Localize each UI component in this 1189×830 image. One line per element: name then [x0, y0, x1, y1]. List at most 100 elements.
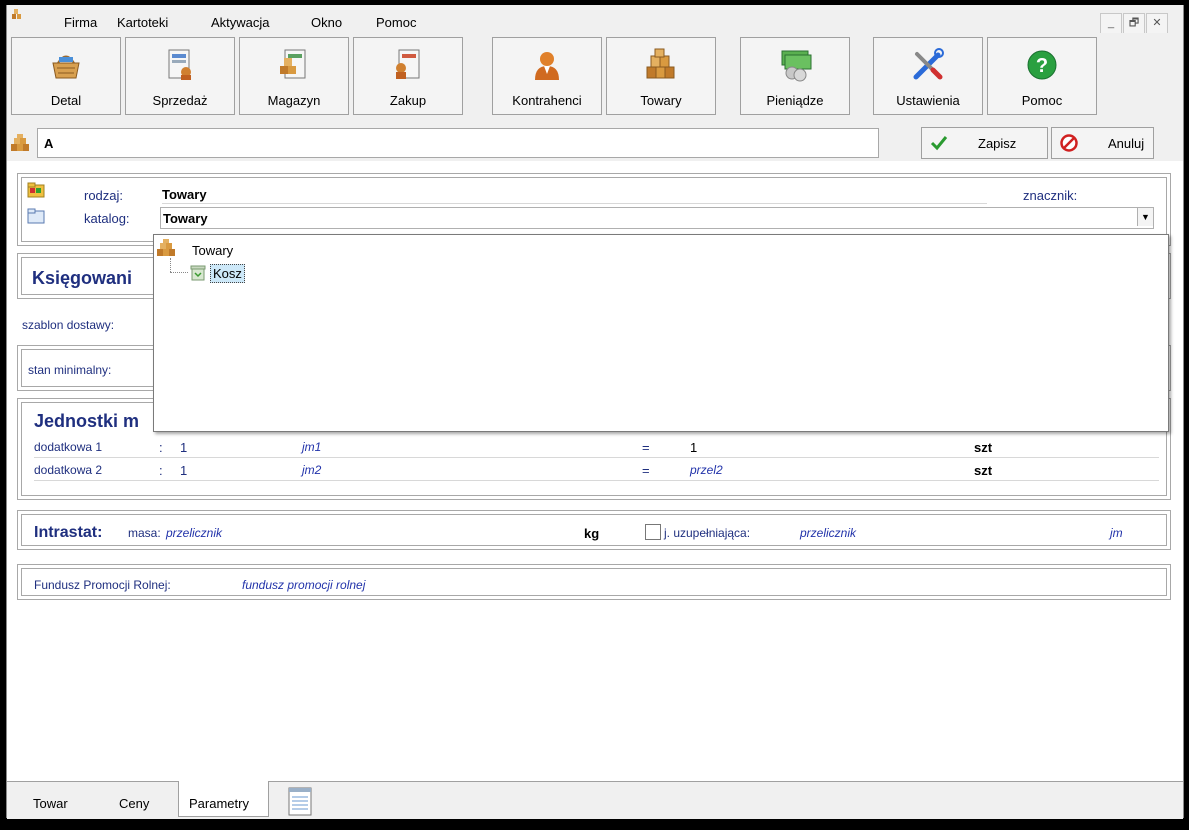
- toolbar-detal-button[interactable]: Detal: [11, 37, 121, 115]
- toolbar-sprzedaz-button[interactable]: Sprzedaż: [125, 37, 235, 115]
- toolbar-kontrahenci-button[interactable]: Kontrahenci: [492, 37, 602, 115]
- name-row: A Zapisz Anuluj: [7, 125, 1183, 161]
- znacznik-label: znacznik:: [1023, 188, 1078, 203]
- bottom-tab-bar: Towar Ceny Parametry: [7, 781, 1183, 819]
- boxes-icon: [11, 134, 29, 151]
- boxes-icon: [157, 239, 175, 256]
- tab-parametry[interactable]: Parametry: [178, 781, 269, 817]
- katalog-label: katalog:: [84, 211, 130, 226]
- unit-row-2-qty: 1: [180, 463, 188, 478]
- tools-icon: [913, 48, 944, 80]
- supplementary-unit-value[interactable]: przelicznik: [800, 526, 856, 540]
- unit-row-1-unit[interactable]: jm1: [302, 440, 321, 454]
- units-heading: Jednostki m: [34, 411, 140, 431]
- colored-folder-icon: [27, 182, 45, 198]
- toolbar-kontrahenci-label: Kontrahenci: [512, 93, 582, 108]
- toolbar-ustawienia-label: Ustawienia: [896, 93, 960, 108]
- cancel-label: Anuluj: [1108, 136, 1145, 151]
- unit-row-2-equals: =: [642, 463, 650, 478]
- unit-row-1-equals: =: [642, 440, 650, 455]
- folder-icon: [27, 208, 45, 224]
- toolbar-detal-label: Detal: [50, 93, 82, 108]
- help-icon: ?: [1027, 50, 1057, 80]
- menu-bar: Firma Kartoteki Aktywacja Okno Pomoc _ 🗗…: [7, 5, 1183, 35]
- save-button[interactable]: Zapisz: [921, 127, 1048, 159]
- money-icon: [781, 50, 812, 82]
- toolbar: Detal Sprzedaż Magazyn Zakup Kontrahenci…: [7, 33, 1183, 125]
- unit-row-2-label: dodatkowa 2: [34, 463, 103, 477]
- toolbar-zakup-label: Zakup: [389, 93, 427, 108]
- unit-row-1-separator: :: [159, 440, 163, 455]
- menu-pomoc[interactable]: Pomoc: [376, 15, 416, 30]
- toolbar-towary-label: Towary: [640, 93, 682, 108]
- close-button[interactable]: ✕: [1146, 13, 1168, 35]
- fund-panel: Fundusz Promocji Rolnej: fundusz promocj…: [17, 564, 1171, 600]
- supplementary-unit-label: j. uzupełniająca:: [664, 526, 751, 540]
- restore-button[interactable]: 🗗: [1123, 13, 1145, 35]
- person-icon: [535, 52, 559, 80]
- unit-row-1-label: dodatkowa 1: [34, 440, 103, 454]
- rodzaj-label: rodzaj:: [84, 188, 124, 203]
- unit-row-2-factor[interactable]: przel2: [690, 463, 723, 477]
- tree-item-kosz[interactable]: Kosz: [210, 264, 245, 283]
- menu-aktywacja[interactable]: Aktywacja: [211, 15, 270, 30]
- units-row-2: dodatkowa 2 : 1 jm2 = przel2 szt: [34, 461, 1159, 481]
- name-input-value: A: [44, 136, 54, 151]
- supplementary-unit-jm: jm: [1110, 526, 1123, 540]
- mass-value[interactable]: przelicznik: [166, 526, 222, 540]
- toolbar-pieniadze-button[interactable]: Pieniądze: [740, 37, 850, 115]
- rodzaj-field: Towary: [162, 184, 987, 204]
- katalog-value: Towary: [163, 211, 208, 226]
- intrastat-heading: Intrastat:: [34, 524, 103, 541]
- menu-firma[interactable]: Firma: [64, 15, 97, 30]
- fund-label: Fundusz Promocji Rolnej:: [34, 578, 171, 592]
- toolbar-pomoc-label: Pomoc: [1021, 93, 1063, 108]
- boxes-icon: [646, 48, 675, 79]
- fund-value[interactable]: fundusz promocji rolnej: [242, 578, 365, 592]
- name-input[interactable]: A: [37, 128, 879, 158]
- notes-tab[interactable]: [285, 786, 315, 816]
- notepad-icon: [288, 787, 312, 816]
- tab-ceny[interactable]: Ceny: [119, 796, 149, 830]
- unit-row-2-base-unit: szt: [974, 463, 993, 478]
- toolbar-pomoc-button[interactable]: ? Pomoc: [987, 37, 1097, 115]
- toolbar-zakup-button[interactable]: Zakup: [353, 37, 463, 115]
- delivery-template-label: szablon dostawy:: [22, 318, 115, 332]
- checkmark-icon: [930, 136, 948, 151]
- intrastat-panel: Intrastat: masa: przelicznik kg j. uzupe…: [17, 510, 1171, 550]
- save-label: Zapisz: [978, 136, 1017, 151]
- svg-text:?: ?: [1036, 55, 1048, 77]
- mass-label: masa:: [128, 526, 161, 540]
- supplementary-unit-checkbox[interactable]: [645, 524, 661, 540]
- unit-row-2-unit[interactable]: jm2: [302, 463, 321, 477]
- unit-row-2-separator: :: [159, 463, 163, 478]
- rodzaj-value: Towary: [162, 187, 207, 202]
- application-window: Firma Kartoteki Aktywacja Okno Pomoc _ 🗗…: [6, 5, 1184, 819]
- chevron-down-icon[interactable]: ▼: [1137, 208, 1153, 226]
- menu-okno[interactable]: Okno: [311, 15, 342, 30]
- toolbar-towary-button[interactable]: Towary: [606, 37, 716, 115]
- tab-towar[interactable]: Towar: [33, 796, 68, 830]
- toolbar-sprzedaz-label: Sprzedaż: [152, 93, 208, 108]
- unit-row-1-base-unit: szt: [974, 440, 993, 455]
- cancel-icon: [1060, 134, 1078, 152]
- stock-minimum-label: stan minimalny:: [28, 363, 112, 377]
- recycle-bin-icon: [190, 265, 206, 281]
- toolbar-ustawienia-button[interactable]: Ustawienia: [873, 37, 983, 115]
- tree-connector: [170, 272, 188, 274]
- mass-unit: kg: [584, 526, 600, 541]
- purchase-document-icon: [396, 49, 420, 79]
- toolbar-magazyn-button[interactable]: Magazyn: [239, 37, 349, 115]
- tree-connector: [170, 258, 172, 272]
- menu-kartoteki[interactable]: Kartoteki: [117, 15, 168, 30]
- katalog-dropdown: Towary Kosz: [153, 234, 1169, 432]
- shopping-basket-icon: [52, 55, 80, 79]
- katalog-select[interactable]: Towary ▼: [160, 207, 1154, 229]
- sales-document-icon: [168, 49, 191, 80]
- app-icon: [12, 9, 21, 19]
- toolbar-pieniadze-label: Pieniądze: [766, 93, 824, 108]
- minimize-button[interactable]: _: [1100, 13, 1122, 35]
- cancel-button[interactable]: Anuluj: [1051, 127, 1154, 159]
- tree-item-towary[interactable]: Towary: [192, 243, 233, 258]
- unit-row-1-factor[interactable]: 1: [690, 440, 697, 455]
